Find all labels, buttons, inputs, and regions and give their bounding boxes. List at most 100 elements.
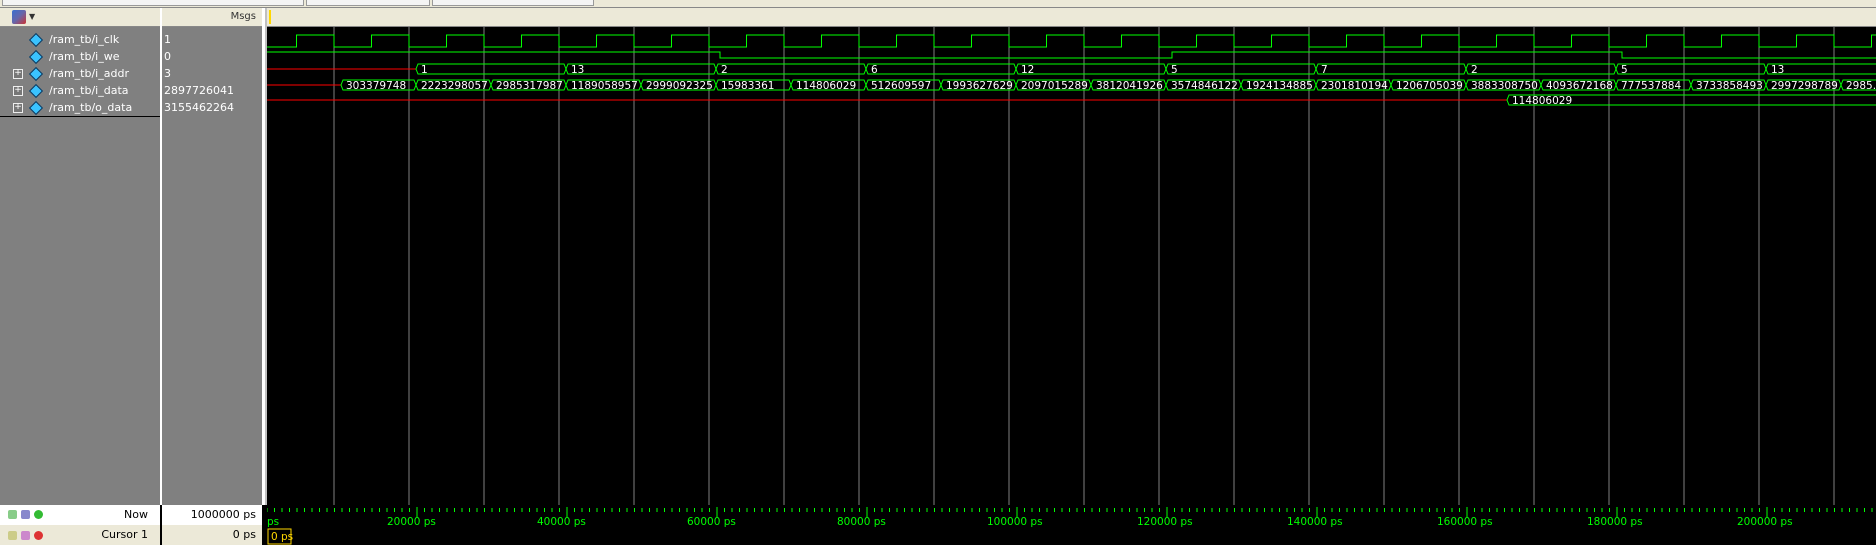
signal-name: /ram_tb/i_addr: [49, 67, 129, 80]
data-label: 2097015289: [1021, 80, 1088, 92]
signal-value: 1: [164, 33, 171, 46]
addr-label: 7: [1321, 64, 1328, 76]
cursor-marker[interactable]: [269, 10, 271, 24]
names-header: ▼: [0, 8, 160, 27]
signal-row-i-addr[interactable]: + /ram_tb/i_addr: [0, 65, 160, 82]
addr-label: 2: [721, 64, 728, 76]
waveform-canvas[interactable]: 1 13 2 6 12 5 7 2 5 13 303379748 2223298057 2985317…: [267, 27, 1876, 505]
addr-segment: [1315, 63, 1467, 75]
tab-segment-1[interactable]: [2, 0, 304, 6]
addr-label: 2: [1471, 64, 1478, 76]
expand-icon[interactable]: +: [13, 103, 23, 113]
signal-diamond-icon: [28, 100, 44, 116]
edit-icon[interactable]: [21, 531, 30, 540]
data-label: 4093672168: [1546, 80, 1613, 92]
data-label: 114806029: [796, 80, 856, 92]
addr-segment: [565, 63, 717, 75]
addr-label: 13: [1771, 64, 1784, 76]
odata-label: 114806029: [1512, 95, 1572, 107]
output-data-bus-wave: 114806029: [267, 94, 1876, 107]
signal-value: 3: [164, 67, 171, 80]
addr-label: 5: [1621, 64, 1628, 76]
addr-segment: [415, 63, 567, 75]
ruler-label: 180000 ps: [1587, 516, 1643, 528]
data-label: 2223298057: [421, 80, 488, 92]
signal-name: /ram_tb/i_clk: [49, 33, 120, 46]
signal-diamond-icon: [28, 83, 44, 99]
window-icon[interactable]: [21, 510, 30, 519]
wave-header: [267, 8, 1876, 27]
cursor-value: 0 ps: [232, 528, 256, 541]
expand-icon[interactable]: +: [13, 69, 23, 79]
addr-segment: [715, 63, 867, 75]
time-ruler[interactable]: ps 20000 ps 40000 ps 60000 ps 80000 ps 100000…: [267, 505, 1876, 545]
delete-icon[interactable]: [34, 531, 43, 540]
data-label: 512609597: [871, 80, 931, 92]
wave-window: ▼ /ram_tb/i_clk /ram_tb/i_we + /ram_tb/i…: [0, 8, 1876, 545]
signal-row-i-clk[interactable]: /ram_tb/i_clk: [0, 31, 160, 48]
signal-value: 0: [164, 50, 171, 63]
zoom-icon[interactable]: [8, 510, 17, 519]
addr-label: 12: [1021, 64, 1034, 76]
now-label: Now: [124, 508, 148, 521]
now-row: Now: [0, 505, 160, 525]
tab-segment-2[interactable]: [306, 0, 430, 6]
chevron-down-icon[interactable]: ▼: [29, 12, 35, 21]
data-label: 777537884: [1621, 80, 1681, 92]
ruler-label: 140000 ps: [1287, 516, 1343, 528]
grid-lines: [333, 27, 1835, 505]
signal-values-pane: Msgs 1 0 3 2897726041 3155462264: [162, 8, 264, 545]
data-label: 2997298789: [1771, 80, 1838, 92]
ruler-label: 80000 ps: [837, 516, 886, 528]
addr-label: 13: [571, 64, 584, 76]
signal-value: 3155462264: [164, 101, 234, 114]
data-label: 3812041926: [1096, 80, 1163, 92]
data-label: 3574846122: [1171, 80, 1238, 92]
data-label: 2985...: [1846, 80, 1876, 92]
data-label: 2301810194: [1321, 80, 1388, 92]
ruler-label: 200000 ps: [1737, 516, 1793, 528]
address-bus-wave: 1 13 2 6 12 5 7 2 5 13: [267, 63, 1876, 76]
signal-row-o-data[interactable]: + /ram_tb/o_data: [0, 99, 160, 117]
time-ruler-ticks: ps 20000 ps 40000 ps 60000 ps 80000 ps 100000…: [267, 505, 1876, 545]
ruler-label: 60000 ps: [687, 516, 736, 528]
cursor-row: Cursor 1: [0, 525, 160, 545]
data-label: 303379748: [346, 80, 406, 92]
addr-segment: [1165, 63, 1317, 75]
addr-segment: [1615, 63, 1767, 75]
signal-row-i-data[interactable]: + /ram_tb/i_data: [0, 82, 160, 99]
addr-label: 1: [421, 64, 428, 76]
we-trace: [267, 51, 1876, 59]
ruler-label: 20000 ps: [387, 516, 436, 528]
expand-icon[interactable]: +: [13, 86, 23, 96]
add-icon[interactable]: [34, 510, 43, 519]
wave-config-icon[interactable]: [12, 10, 26, 24]
ruler-label: 40000 ps: [537, 516, 586, 528]
cursor-marker-text: 0 ps: [271, 531, 293, 543]
values-header: Msgs: [162, 8, 262, 27]
addr-segment: [865, 63, 1017, 75]
waveform-pane[interactable]: 1 13 2 6 12 5 7 2 5 13 303379748 2223298057 2985317…: [267, 8, 1876, 545]
signal-diamond-icon: [28, 49, 44, 65]
addr-segment: [1465, 63, 1617, 75]
write-enable-wave: [267, 51, 1876, 59]
lock-icon[interactable]: [8, 531, 17, 540]
signal-name: /ram_tb/i_we: [49, 50, 120, 63]
signal-value: 2897726041: [164, 84, 234, 97]
addr-label: 5: [1171, 64, 1178, 76]
data-label: 3883308750: [1471, 80, 1538, 92]
data-label: 2985317987: [496, 80, 563, 92]
data-label: 1993627629: [946, 80, 1013, 92]
tab-segment-3[interactable]: [432, 0, 594, 6]
msgs-label: Msgs: [230, 11, 256, 22]
status-left: Now Cursor 1: [0, 505, 160, 545]
data-label: 1189058957: [571, 80, 638, 92]
now-value: 1000000 ps: [190, 508, 256, 521]
status-bar: Now Cursor 1 1000000 ps 0 ps ps 20000 ps 4…: [0, 505, 1876, 545]
addr-segment: [1015, 63, 1167, 75]
data-label: 2999092325: [646, 80, 713, 92]
ruler-label: 160000 ps: [1437, 516, 1493, 528]
signal-name: /ram_tb/o_data: [49, 101, 133, 114]
signal-row-i-we[interactable]: /ram_tb/i_we: [0, 48, 160, 65]
ruler-label: 120000 ps: [1137, 516, 1193, 528]
